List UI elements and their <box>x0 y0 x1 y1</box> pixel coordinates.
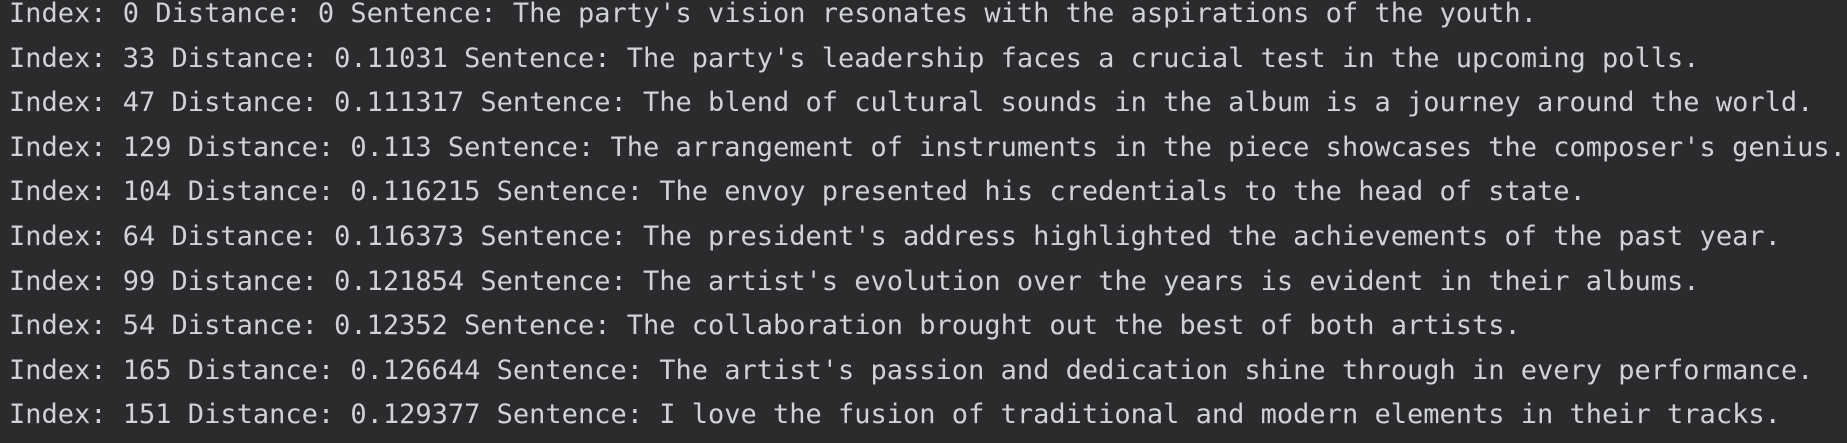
console-line: Index: 54 Distance: 0.12352 Sentence: Th… <box>9 311 1521 342</box>
console-line: Index: 151 Distance: 0.129377 Sentence: … <box>9 400 1781 431</box>
console-line: Index: 104 Distance: 0.116215 Sentence: … <box>9 177 1586 208</box>
console-output[interactable]: Index: 0 Distance: 0 Sentence: The party… <box>0 0 1847 442</box>
console-line: Index: 129 Distance: 0.113 Sentence: The… <box>9 132 1846 163</box>
console-line: Index: 0 Distance: 0 Sentence: The party… <box>9 0 1538 29</box>
console-line: Index: 64 Distance: 0.116373 Sentence: T… <box>9 221 1781 252</box>
console-line: Index: 99 Distance: 0.121854 Sentence: T… <box>9 266 1700 297</box>
console-line: Index: 33 Distance: 0.11031 Sentence: Th… <box>9 43 1700 74</box>
console-line: Index: 165 Distance: 0.126644 Sentence: … <box>9 355 1814 386</box>
console-line: Index: 47 Distance: 0.111317 Sentence: T… <box>9 88 1814 119</box>
